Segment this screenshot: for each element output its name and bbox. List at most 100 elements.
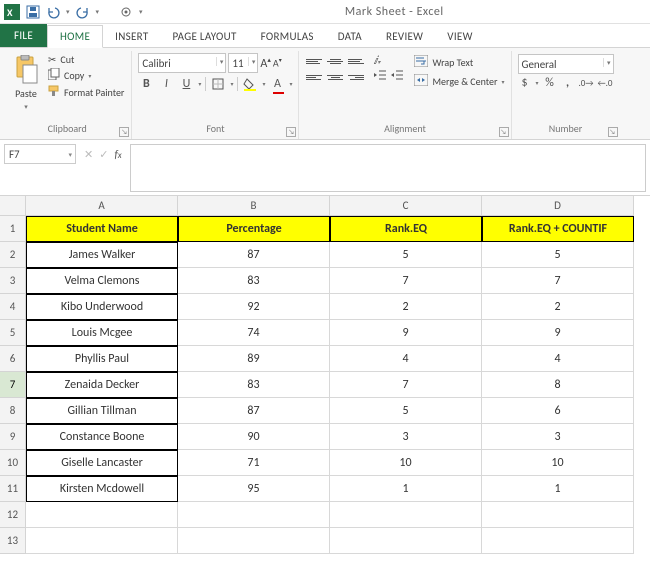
tab-review[interactable]: REVIEW xyxy=(374,26,435,47)
cell-A2[interactable]: James Walker xyxy=(26,242,178,268)
cancel-formula-icon[interactable]: ✕ xyxy=(84,148,93,161)
cell-D3[interactable]: 7 xyxy=(482,268,634,294)
column-header-A[interactable]: A xyxy=(26,196,178,216)
percent-format-button[interactable]: % xyxy=(543,76,557,90)
column-header-C[interactable]: C xyxy=(330,196,482,216)
tab-file[interactable]: FILE xyxy=(0,24,47,47)
row-header-10[interactable]: 10 xyxy=(0,450,26,476)
cell-B7[interactable]: 83 xyxy=(178,372,330,398)
select-all-corner[interactable] xyxy=(0,196,26,216)
format-painter-button[interactable]: Format Painter xyxy=(47,85,125,100)
tab-insert[interactable]: INSERT xyxy=(103,26,160,47)
number-format-combo[interactable]: General▾ xyxy=(518,54,614,74)
cell-A4[interactable]: Kibo Underwood xyxy=(26,294,178,320)
cell-C2[interactable]: 5 xyxy=(330,242,482,268)
italic-button[interactable]: I xyxy=(158,76,174,92)
tab-page-layout[interactable]: PAGE LAYOUT xyxy=(160,26,248,47)
cell-B3[interactable]: 83 xyxy=(178,268,330,294)
wrap-text-button[interactable]: Wrap Text xyxy=(414,55,504,70)
cell-B10[interactable]: 71 xyxy=(178,450,330,476)
cell-B12[interactable] xyxy=(178,502,330,528)
cell-D4[interactable]: 2 xyxy=(482,294,634,320)
tab-home[interactable]: HOME xyxy=(47,25,103,48)
column-header-D[interactable]: D xyxy=(482,196,634,216)
font-size-combo[interactable]: 11▾ xyxy=(228,53,258,73)
row-header-5[interactable]: 5 xyxy=(0,320,26,346)
row-header-13[interactable]: 13 xyxy=(0,528,26,554)
cell-D1[interactable]: Rank.EQ + COUNTIF xyxy=(482,216,634,242)
clipboard-launcher-icon[interactable]: ↘ xyxy=(119,127,129,137)
paste-button[interactable]: Paste ▾ xyxy=(9,53,43,111)
save-icon[interactable] xyxy=(26,5,40,19)
cell-D5[interactable]: 9 xyxy=(482,320,634,346)
cut-button[interactable]: ✂Cut xyxy=(47,53,125,66)
cell-D10[interactable]: 10 xyxy=(482,450,634,476)
cell-D12[interactable] xyxy=(482,502,634,528)
row-header-8[interactable]: 8 xyxy=(0,398,26,424)
copy-button[interactable]: Copy ▾ xyxy=(47,68,125,83)
cell-B2[interactable]: 87 xyxy=(178,242,330,268)
cell-C10[interactable]: 10 xyxy=(330,450,482,476)
fill-color-button[interactable] xyxy=(242,76,258,92)
cell-A11[interactable]: Kirsten Mcdowell xyxy=(26,476,178,502)
cell-C7[interactable]: 7 xyxy=(330,372,482,398)
cell-B8[interactable]: 87 xyxy=(178,398,330,424)
cell-B4[interactable]: 92 xyxy=(178,294,330,320)
row-header-11[interactable]: 11 xyxy=(0,476,26,502)
cell-C12[interactable] xyxy=(330,502,482,528)
cell-C3[interactable]: 7 xyxy=(330,268,482,294)
formula-input[interactable] xyxy=(130,144,646,192)
cell-A12[interactable] xyxy=(26,502,178,528)
cell-D11[interactable]: 1 xyxy=(482,476,634,502)
undo-icon[interactable] xyxy=(46,5,60,19)
align-center-button[interactable] xyxy=(326,70,344,84)
cell-C4[interactable]: 2 xyxy=(330,294,482,320)
cell-A8[interactable]: Gillian Tillman xyxy=(26,398,178,424)
row-header-7[interactable]: 7 xyxy=(0,372,26,398)
cell-D2[interactable]: 5 xyxy=(482,242,634,268)
row-header-3[interactable]: 3 xyxy=(0,268,26,294)
cell-B11[interactable]: 95 xyxy=(178,476,330,502)
redo-icon[interactable] xyxy=(76,5,90,19)
cell-B1[interactable]: Percentage xyxy=(178,216,330,242)
fx-icon[interactable]: fx xyxy=(114,148,121,161)
undo-more-icon[interactable]: ▾ xyxy=(66,7,70,16)
cell-C11[interactable]: 1 xyxy=(330,476,482,502)
align-left-button[interactable] xyxy=(305,70,323,84)
tab-view[interactable]: VIEW xyxy=(435,26,484,47)
cell-A6[interactable]: Phyllis Paul xyxy=(26,346,178,372)
name-box[interactable]: F7▾ xyxy=(4,144,76,164)
cell-D7[interactable]: 8 xyxy=(482,372,634,398)
border-button[interactable] xyxy=(210,76,226,92)
decrease-indent-button[interactable] xyxy=(373,69,387,84)
decrease-decimal-button[interactable]: ←.0 xyxy=(598,78,613,89)
cell-A9[interactable]: Constance Boone xyxy=(26,424,178,450)
tab-data[interactable]: DATA xyxy=(326,26,374,47)
cell-A3[interactable]: Velma Clemons xyxy=(26,268,178,294)
align-right-button[interactable] xyxy=(347,70,365,84)
cell-B6[interactable]: 89 xyxy=(178,346,330,372)
bold-button[interactable]: B xyxy=(138,76,154,92)
cell-C13[interactable] xyxy=(330,528,482,554)
row-header-2[interactable]: 2 xyxy=(0,242,26,268)
cell-B9[interactable]: 90 xyxy=(178,424,330,450)
align-middle-button[interactable] xyxy=(326,54,344,68)
enter-formula-icon[interactable]: ✓ xyxy=(99,148,108,161)
cell-A5[interactable]: Louis Mcgee xyxy=(26,320,178,346)
row-header-4[interactable]: 4 xyxy=(0,294,26,320)
cell-D8[interactable]: 6 xyxy=(482,398,634,424)
row-header-12[interactable]: 12 xyxy=(0,502,26,528)
increase-font-button[interactable]: A▴ xyxy=(260,55,270,71)
tab-formulas[interactable]: FORMULAS xyxy=(249,26,326,47)
row-header-6[interactable]: 6 xyxy=(0,346,26,372)
cell-A13[interactable] xyxy=(26,528,178,554)
cell-D6[interactable]: 4 xyxy=(482,346,634,372)
qat-more-icon[interactable]: ▾ xyxy=(96,7,100,16)
cell-D13[interactable] xyxy=(482,528,634,554)
cell-B5[interactable]: 74 xyxy=(178,320,330,346)
align-bottom-button[interactable] xyxy=(347,54,365,68)
row-header-9[interactable]: 9 xyxy=(0,424,26,450)
font-launcher-icon[interactable]: ↘ xyxy=(286,127,296,137)
touch-mode-icon[interactable] xyxy=(119,5,133,19)
accounting-format-button[interactable]: $ xyxy=(518,76,532,90)
